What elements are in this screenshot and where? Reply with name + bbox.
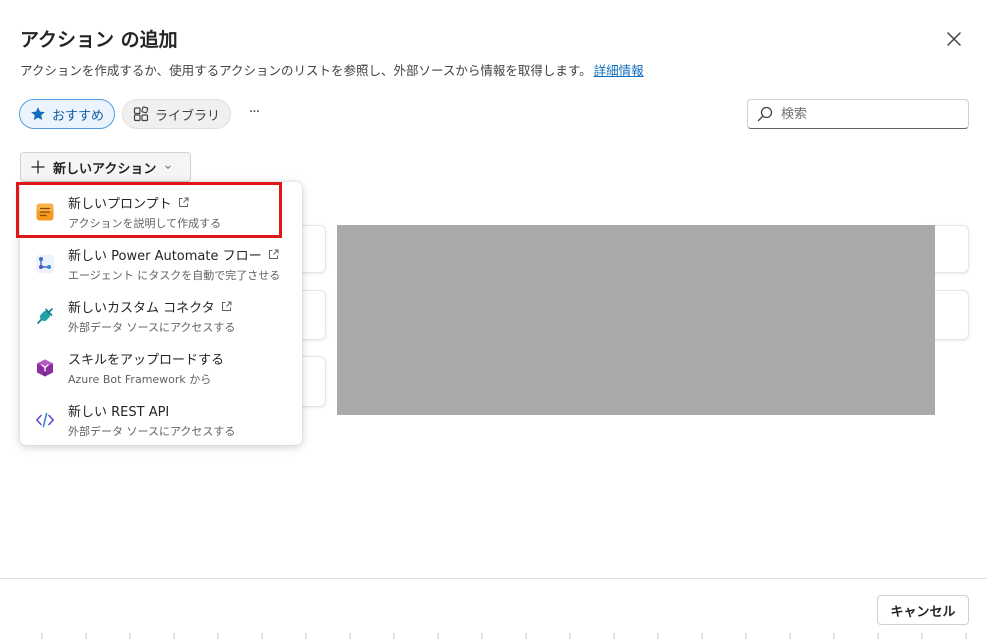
- close-icon: [947, 32, 961, 46]
- external-link-icon: [221, 301, 232, 311]
- menu-item-rest-api[interactable]: 新しい REST API 外部データ ソースにアクセスする: [20, 394, 302, 446]
- new-action-label: 新しいアクション: [53, 161, 157, 177]
- plug-icon: [34, 305, 56, 327]
- external-link-icon: [268, 249, 279, 259]
- menu-item-description: 外部データ ソースにアクセスする: [68, 321, 236, 334]
- menu-item-description: エージェント にタスクを自動で完了させる: [68, 269, 281, 282]
- menu-item-new-prompt[interactable]: 新しいプロンプト アクションを説明して作成する: [20, 186, 302, 238]
- chevron-down-icon: [165, 165, 172, 170]
- masked-region: [337, 225, 935, 415]
- menu-item-power-automate[interactable]: 新しい Power Automate フロー エージェント にタスクを自動で完了…: [20, 238, 302, 290]
- menu-item-title: 新しいカスタム コネクタ: [68, 301, 215, 316]
- menu-item-title: 新しいプロンプト: [68, 197, 172, 212]
- search-input[interactable]: [781, 106, 951, 122]
- plus-icon: [31, 160, 45, 174]
- menu-item-upload-skill[interactable]: スキルをアップロードする Azure Bot Framework から: [20, 342, 302, 394]
- new-action-button[interactable]: 新しいアクション: [20, 152, 191, 182]
- menu-item-description: Azure Bot Framework から: [68, 373, 212, 386]
- cube-icon: [34, 357, 56, 379]
- decorative-tick-marks: [41, 633, 967, 639]
- menu-item-description: 外部データ ソースにアクセスする: [68, 425, 236, 438]
- dialog-title: アクション の追加: [20, 29, 178, 51]
- menu-item-title: スキルをアップロードする: [68, 353, 225, 368]
- more-options-button[interactable]: ···: [243, 104, 265, 124]
- subtitle-text: アクションを作成するか、使用するアクションのリストを参照し、外部ソースから情報を…: [20, 63, 592, 78]
- menu-item-title: 新しい REST API: [68, 405, 170, 420]
- filter-recommended[interactable]: おすすめ: [19, 99, 115, 129]
- library-icon: [133, 106, 149, 122]
- menu-item-description: アクションを説明して作成する: [68, 217, 222, 230]
- new-action-menu: 新しいプロンプト アクションを説明して作成する 新しい Power Automa…: [20, 182, 302, 445]
- menu-item-title: 新しい Power Automate フロー: [68, 249, 262, 264]
- code-icon: [34, 409, 56, 431]
- search-icon: [757, 106, 773, 122]
- filter-library[interactable]: ライブラリ: [122, 99, 231, 129]
- star-icon: [31, 107, 45, 120]
- prompt-icon: [34, 201, 56, 223]
- search-box[interactable]: [747, 99, 969, 129]
- learn-more-link[interactable]: 詳細情報: [594, 63, 644, 78]
- footer-divider: [0, 578, 987, 579]
- menu-item-custom-connector[interactable]: 新しいカスタム コネクタ 外部データ ソースにアクセスする: [20, 290, 302, 342]
- filter-recommended-label: おすすめ: [52, 108, 105, 124]
- external-link-icon: [178, 197, 189, 207]
- power-automate-icon: [34, 253, 56, 275]
- dialog-subtitle: アクションを作成するか、使用するアクションのリストを参照し、外部ソースから情報を…: [20, 60, 644, 79]
- close-button[interactable]: [940, 27, 968, 51]
- cancel-button[interactable]: キャンセル: [877, 595, 969, 625]
- filter-library-label: ライブラリ: [155, 108, 221, 124]
